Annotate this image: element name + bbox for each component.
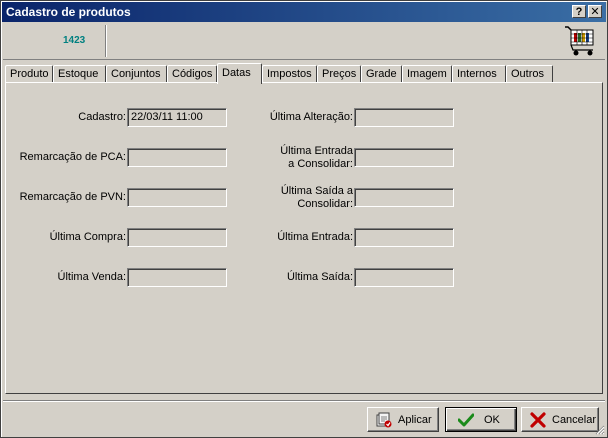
ultima-entrada-consolidar-field[interactable] [354,148,454,167]
window-title: Cadastro de produtos [6,5,131,19]
tab-grade[interactable]: Grade [361,65,402,82]
title-bar[interactable]: Cadastro de produtos ? ✕ [2,2,606,22]
help-button[interactable]: ? [572,5,586,18]
remarcacao-pvn-label: Remarcação de PVN: [19,191,126,203]
tab-imagem[interactable]: Imagem [402,65,452,82]
tab-impostos[interactable]: Impostos [262,65,317,82]
ultima-compra-label: Última Compra: [49,231,126,243]
tab-datas[interactable]: Datas [217,63,262,84]
cancel-button[interactable]: Cancelar [521,407,599,432]
remarcacao-pvn-field[interactable] [127,188,227,207]
tab-codigos[interactable]: Códigos [167,65,217,82]
cancel-label: Cancelar [552,414,597,426]
apply-icon [376,412,392,428]
apply-button[interactable]: Aplicar [367,407,439,432]
close-button[interactable]: ✕ [588,5,602,18]
ultima-alteracao-field[interactable] [354,108,454,127]
tab-outros[interactable]: Outros [506,65,553,82]
resize-grip-icon[interactable] [593,423,605,435]
checkmark-icon [458,413,474,427]
ultima-venda-field[interactable] [127,268,227,287]
ultima-entrada-consolidar-label-line2: a Consolidar: [288,158,353,170]
ultima-entrada-consolidar-label-line1: Última Entrada [280,145,353,157]
ultima-saida-consolidar-label-line2: Consolidar: [297,198,353,210]
tab-internos[interactable]: Internos [452,65,506,82]
ultima-entrada-label: Última Entrada: [277,231,353,243]
ok-button[interactable]: OK [445,407,517,432]
datas-panel: Cadastro: 22/03/11 11:00 Remarcação de P… [5,82,603,394]
footer-divider [3,400,605,402]
product-code-box: 1423 [11,25,106,57]
ultima-saida-field[interactable] [354,268,454,287]
apply-label: Aplicar [398,414,432,426]
cross-icon [530,412,546,428]
ultima-saida-consolidar-field[interactable] [354,188,454,207]
ultima-saida-label: Última Saída: [286,271,353,283]
product-header: 1423 [3,23,605,60]
product-code: 1423 [63,35,86,46]
tab-precos[interactable]: Preços [317,65,361,82]
ultima-compra-field[interactable] [127,228,227,247]
cadastro-label: Cadastro: [78,111,126,123]
tab-conjuntos[interactable]: Conjuntos [106,65,167,82]
cadastro-field[interactable]: 22/03/11 11:00 [127,108,227,127]
product-window: Cadastro de produtos ? ✕ 1423 Produto Es… [0,0,608,438]
shopping-cart-icon [565,26,594,56]
ultima-alteracao-label: Última Alteração: [269,111,353,123]
tab-estoque[interactable]: Estoque [53,65,106,82]
remarcacao-pca-label: Remarcação de PCA: [19,151,126,163]
ultima-entrada-field[interactable] [354,228,454,247]
tab-strip: Produto Estoque Conjuntos Códigos Datas … [5,63,605,84]
ok-label: OK [484,414,500,426]
ultima-venda-label: Última Venda: [57,271,126,283]
remarcacao-pca-field[interactable] [127,148,227,167]
ultima-saida-consolidar-label-line1: Última Saída a [280,185,353,197]
tab-produto[interactable]: Produto [5,65,53,82]
